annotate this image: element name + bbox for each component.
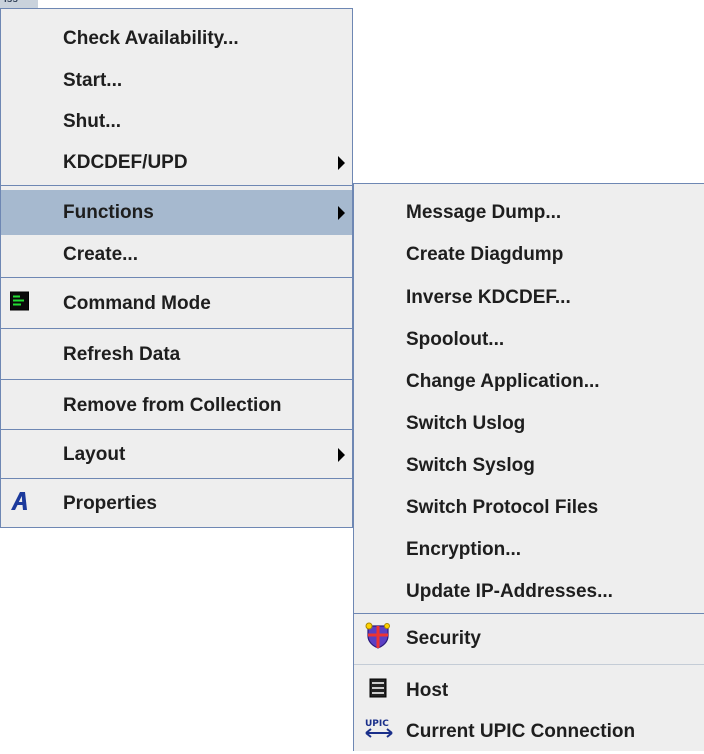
menu-item-kdcdef-upd[interactable]: KDCDEF/UPD (1, 140, 352, 185)
properties-a-icon (9, 490, 31, 518)
menu-item-functions[interactable]: Functions (1, 190, 352, 235)
menu-item-label: Functions (63, 201, 154, 223)
host-icon (368, 678, 388, 704)
menu-item-label: Create Diagdump (406, 243, 564, 265)
menu-item-label: Switch Protocol Files (406, 496, 599, 518)
menu-item-security[interactable]: Security (354, 616, 704, 661)
menu-item-start[interactable]: Start... (1, 58, 352, 103)
upic-connection-icon: UPIC (364, 716, 394, 748)
menu-item-label: Layout (63, 443, 126, 465)
menu-separator (1, 429, 352, 430)
menu-separator (1, 478, 352, 479)
parent-window-label: iss (4, 0, 18, 5)
menu-item-label: Start... (63, 69, 123, 91)
context-menu: Check Availability... Start... Shut... K… (0, 8, 353, 528)
menu-item-shut[interactable]: Shut... (1, 99, 352, 144)
menu-item-label: Current UPIC Connection (406, 720, 636, 742)
menu-item-label: Host (406, 679, 449, 701)
menu-item-refresh-data[interactable]: Refresh Data (1, 332, 352, 377)
submenu-arrow-icon (338, 205, 345, 220)
menu-item-create-diagdump[interactable]: Create Diagdump (354, 232, 704, 277)
menu-item-label: Switch Syslog (406, 454, 535, 476)
menu-separator (1, 185, 352, 186)
submenu-arrow-icon (338, 155, 345, 170)
menu-item-label: Spoolout... (406, 328, 505, 350)
menu-item-switch-protocol-files[interactable]: Switch Protocol Files (354, 485, 704, 530)
menu-item-label: Change Application... (406, 370, 600, 392)
svg-text:UPIC: UPIC (365, 719, 389, 729)
menu-item-label: Command Mode (63, 292, 211, 314)
menu-item-host[interactable]: Host (354, 668, 704, 713)
menu-item-label: KDCDEF/UPD (63, 151, 188, 173)
shield-icon (364, 622, 392, 656)
menu-item-create[interactable]: Create... (1, 232, 352, 277)
menu-item-command-mode[interactable]: Command Mode (1, 281, 352, 326)
menu-item-remove-from-collection[interactable]: Remove from Collection (1, 383, 352, 428)
menu-item-properties[interactable]: Properties (1, 481, 352, 526)
menu-item-inverse-kdcdef[interactable]: Inverse KDCDEF... (354, 275, 704, 320)
menu-separator (1, 328, 352, 329)
menu-item-switch-syslog[interactable]: Switch Syslog (354, 443, 704, 488)
functions-submenu: Message Dump... Create Diagdump Inverse … (353, 183, 704, 751)
menu-item-label: Switch Uslog (406, 412, 526, 434)
menu-item-label: Inverse KDCDEF... (406, 286, 571, 308)
menu-item-label: Encryption... (406, 538, 522, 560)
menu-item-label: Shut... (63, 110, 122, 132)
menu-item-label: Properties (63, 492, 157, 514)
menu-separator (1, 379, 352, 380)
menu-item-encryption[interactable]: Encryption... (354, 527, 704, 572)
menu-item-update-ip-addresses[interactable]: Update IP-Addresses... (354, 569, 704, 614)
terminal-icon (10, 291, 29, 316)
menu-item-label: Check Availability... (63, 27, 239, 49)
menu-item-label: Create... (63, 243, 138, 265)
menu-item-label: Remove from Collection (63, 394, 282, 416)
menu-item-label: Refresh Data (63, 343, 181, 365)
menu-separator (354, 613, 704, 614)
menu-separator (354, 664, 704, 665)
menu-separator (1, 277, 352, 278)
menu-item-layout[interactable]: Layout (1, 432, 352, 477)
menu-item-label: Message Dump... (406, 201, 562, 223)
menu-item-switch-uslog[interactable]: Switch Uslog (354, 401, 704, 446)
menu-item-label: Update IP-Addresses... (406, 580, 613, 602)
menu-item-label: Security (406, 627, 481, 649)
menu-item-current-upic-connection[interactable]: UPIC Current UPIC Connection (354, 709, 704, 754)
menu-item-change-application[interactable]: Change Application... (354, 359, 704, 404)
menu-item-spoolout[interactable]: Spoolout... (354, 317, 704, 362)
submenu-arrow-icon (338, 447, 345, 462)
menu-item-check-availability[interactable]: Check Availability... (1, 16, 352, 61)
menu-item-message-dump[interactable]: Message Dump... (354, 190, 704, 235)
